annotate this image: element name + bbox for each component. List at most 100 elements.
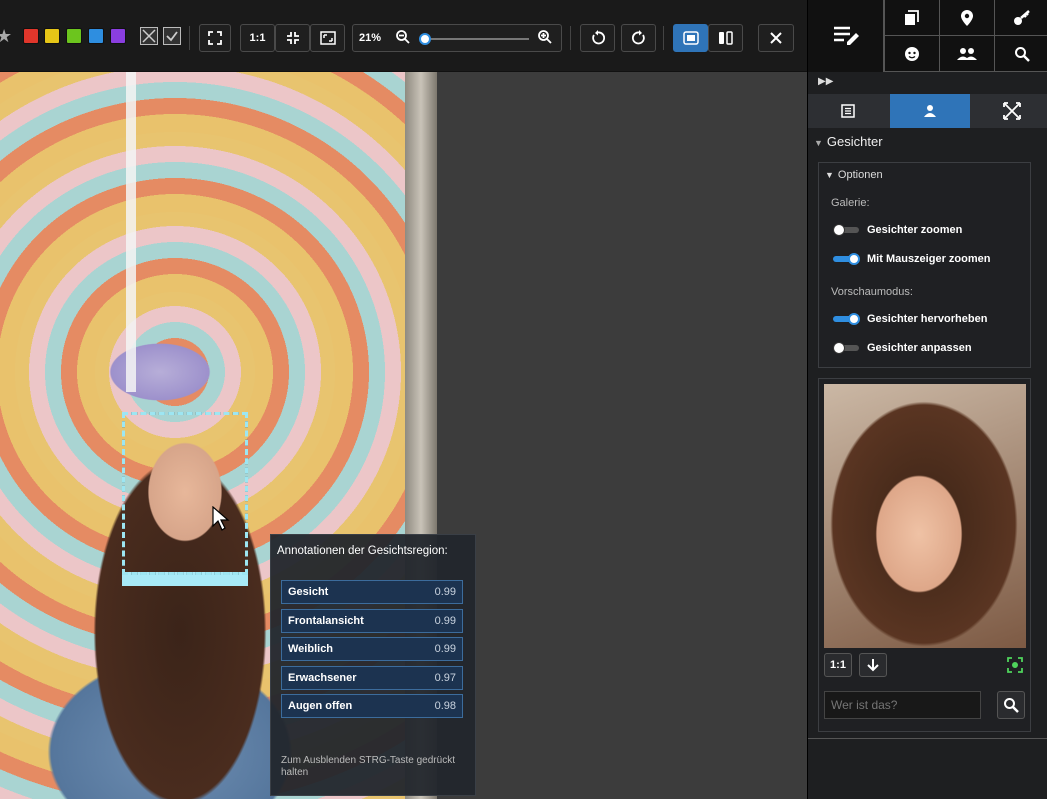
annotation-label: Frontalansicht xyxy=(288,615,364,627)
color-label-red[interactable] xyxy=(23,28,39,44)
close-icon xyxy=(770,32,782,44)
zoom-out-icon[interactable] xyxy=(395,29,411,50)
transform-icon xyxy=(1003,102,1021,120)
annotation-label: Erwachsener xyxy=(288,672,357,684)
key-icon xyxy=(1014,9,1030,25)
annotation-row: Erwachsener 0.97 xyxy=(281,666,463,690)
star-rating-icon[interactable]: ★ xyxy=(0,26,12,46)
zoom-control: 21% xyxy=(352,24,562,52)
fit-screen-button[interactable] xyxy=(199,24,231,52)
zoom-in-icon[interactable] xyxy=(537,29,553,50)
color-label-green[interactable] xyxy=(66,28,82,44)
copy-button[interactable] xyxy=(884,0,939,36)
compare-view-button[interactable] xyxy=(708,24,743,52)
face-focus-icon[interactable] xyxy=(1007,657,1023,678)
annotation-label: Weiblich xyxy=(288,643,334,655)
people-button[interactable] xyxy=(939,36,994,72)
toggle-zoom-faces[interactable] xyxy=(833,224,859,236)
panel-header xyxy=(808,0,1047,72)
close-button[interactable] xyxy=(758,24,794,52)
face-detect-button[interactable] xyxy=(884,36,939,72)
search-button[interactable] xyxy=(994,36,1047,72)
face-preview-image xyxy=(824,384,1026,648)
annotation-score: 0.99 xyxy=(434,615,456,627)
person-search-button[interactable] xyxy=(997,691,1025,719)
single-view-icon xyxy=(682,31,699,45)
sidebar-panel: ▶▶ ▼ Gesichter ▼ Optionen Galerie: Gesicht… xyxy=(807,0,1047,799)
location-button[interactable] xyxy=(939,0,994,36)
color-label-purple[interactable] xyxy=(110,28,126,44)
reject-icon[interactable] xyxy=(140,27,158,45)
toggle-zoom-hover[interactable] xyxy=(833,253,860,265)
face-preview-box: 1:1 xyxy=(818,378,1031,732)
annotation-label: Augen offen xyxy=(288,700,353,712)
map-pin-icon xyxy=(961,9,973,26)
color-label-blue[interactable] xyxy=(88,28,104,44)
actual-size-button[interactable]: 1:1 xyxy=(240,24,275,52)
search-icon xyxy=(1015,46,1030,62)
person-icon xyxy=(924,105,936,117)
toolbar-divider xyxy=(663,26,664,50)
preview-mode-label: Vorschaumodus: xyxy=(831,286,913,298)
chevron-down-icon: ▼ xyxy=(825,170,834,180)
rotate-right-button[interactable] xyxy=(621,24,656,52)
edit-list-icon xyxy=(833,26,859,45)
zoom-slider-track[interactable] xyxy=(425,38,529,40)
section-title[interactable]: ▼ Gesichter xyxy=(814,134,883,149)
annotation-label: Gesicht xyxy=(288,586,329,598)
color-label-yellow[interactable] xyxy=(44,28,60,44)
face-region-box[interactable] xyxy=(122,412,248,575)
copy-icon xyxy=(905,9,919,25)
options-title: Optionen xyxy=(837,169,883,181)
annotation-score: 0.99 xyxy=(434,643,456,655)
zoom-value: 21% xyxy=(359,32,382,44)
accept-icon[interactable] xyxy=(163,27,181,45)
annotation-row: Augen offen 0.98 xyxy=(281,694,463,718)
tab-info[interactable] xyxy=(808,94,888,128)
expand-panel-icon[interactable]: ▶▶ xyxy=(818,76,833,87)
rotate-left-icon xyxy=(591,30,605,45)
annotation-row: Gesicht 0.99 xyxy=(281,580,463,604)
edit-metadata-button[interactable] xyxy=(808,0,884,72)
image-viewer[interactable]: Annotationen der Gesichtsregion: Gesicht… xyxy=(0,72,807,799)
compress-icon xyxy=(286,32,299,44)
tab-transform[interactable] xyxy=(972,94,1047,128)
app-window: ★ 1:1 21% Annotationen der Gesichtsregio… xyxy=(0,0,1047,799)
toggle-label: Gesichter hervorheben xyxy=(867,313,988,325)
photo-detail xyxy=(126,72,136,392)
annotation-score: 0.98 xyxy=(434,700,456,712)
keywords-button[interactable] xyxy=(994,0,1047,36)
toggle-fit-faces[interactable] xyxy=(833,342,859,354)
toggle-label: Mit Mauszeiger zoomen xyxy=(867,253,991,265)
panel-divider xyxy=(808,738,1047,739)
annotation-row: Frontalansicht 0.99 xyxy=(281,609,463,633)
expand-icon xyxy=(208,31,222,45)
compare-view-icon xyxy=(718,31,733,45)
mouse-cursor-icon xyxy=(212,505,230,537)
people-icon xyxy=(957,47,977,60)
preview-actual-size-button[interactable]: 1:1 xyxy=(824,653,852,677)
annotation-score: 0.97 xyxy=(434,672,456,684)
single-view-button[interactable] xyxy=(673,24,708,52)
toolbar-divider xyxy=(189,26,190,50)
tab-faces[interactable] xyxy=(890,94,970,128)
tooltip-hint: Zum Ausblenden STRG-Taste gedrückt halte… xyxy=(281,755,455,778)
toggle-label: Gesichter zoomen xyxy=(867,224,963,236)
annotation-score: 0.99 xyxy=(434,586,456,598)
person-name-input[interactable] xyxy=(824,691,981,719)
toolbar-divider xyxy=(570,26,571,50)
section-title-text: Gesichter xyxy=(826,134,883,149)
annotation-row: Weiblich 0.99 xyxy=(281,637,463,661)
zoom-slider-handle[interactable] xyxy=(419,33,431,45)
gallery-label: Galerie: xyxy=(831,197,870,209)
fullscreen-button[interactable] xyxy=(310,24,345,52)
options-header[interactable]: ▼ Optionen xyxy=(825,169,883,181)
preview-download-button[interactable] xyxy=(859,653,887,677)
rotate-left-button[interactable] xyxy=(580,24,615,52)
fullscreen-icon xyxy=(319,31,336,45)
tooltip-title: Annotationen der Gesichtsregion: xyxy=(277,545,448,557)
fit-content-button[interactable] xyxy=(275,24,310,52)
toggle-highlight-faces[interactable] xyxy=(833,313,860,325)
chevron-down-icon: ▼ xyxy=(814,138,823,148)
face-annotations-tooltip: Annotationen der Gesichtsregion: Gesicht… xyxy=(270,534,476,796)
